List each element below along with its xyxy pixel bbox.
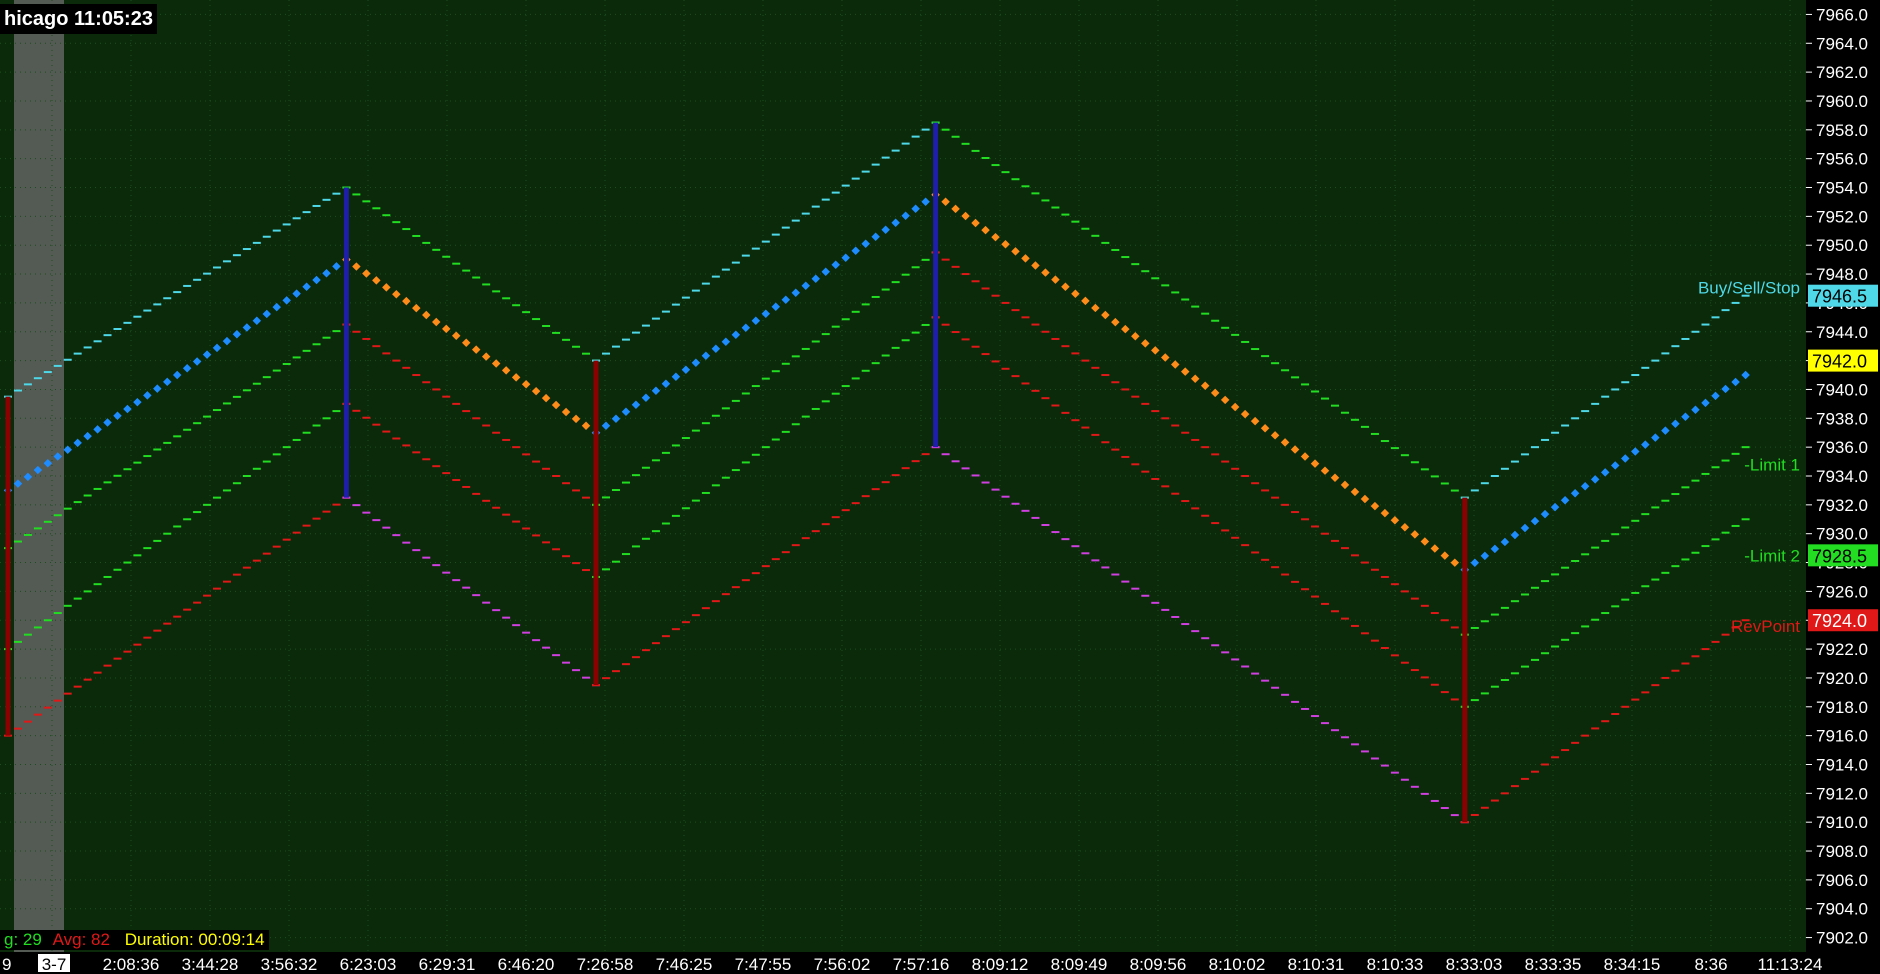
x-tick-label: 8:09:49	[1051, 955, 1108, 974]
x-tick-label: 8:33:35	[1525, 955, 1582, 974]
y-tick-label: 7912.0	[1816, 784, 1868, 803]
y-tick-label: 7958.0	[1816, 121, 1868, 140]
y-tick-label: 7960.0	[1816, 92, 1868, 111]
price-badge-label: 7946.5	[1812, 287, 1867, 307]
stats-bar: g: 29 Avg: 82 Duration: 00:09:14	[0, 930, 269, 950]
y-tick-label: 7940.0	[1816, 380, 1868, 399]
annotation-label: RevPoint	[1731, 617, 1800, 636]
y-tick-label: 7926.0	[1816, 582, 1868, 601]
y-tick-label: 7964.0	[1816, 34, 1868, 53]
annotation-label: Buy/Sell/Stop	[1698, 279, 1800, 298]
x-tick-label: 7:56:02	[814, 955, 871, 974]
y-tick-label: 7914.0	[1816, 755, 1868, 774]
y-tick-label: 7962.0	[1816, 63, 1868, 82]
x-tick-label: 8:33:03	[1446, 955, 1503, 974]
x-tick-label: 8:09:12	[972, 955, 1029, 974]
stat-avg-label: Avg:	[52, 930, 87, 949]
session-shade	[14, 0, 64, 974]
chart-title: hicago 11:05:23	[0, 4, 157, 34]
price-chart[interactable]: Buy/Sell/Stop -Limit 1 -Limit 2 RevPoint 79…	[0, 0, 1880, 974]
price-badge-label: 7942.0	[1812, 352, 1867, 372]
x-tick-label: 6:29:31	[419, 955, 476, 974]
x-tick-label: 7:47:55	[735, 955, 792, 974]
y-tick-label: 7938.0	[1816, 409, 1868, 428]
x-tick-label: 8:10:31	[1288, 955, 1345, 974]
y-tick-label: 7956.0	[1816, 150, 1868, 169]
x-tick-label: 8:36	[1694, 955, 1727, 974]
price-badge-label: 7928.5	[1812, 546, 1867, 566]
x-tick-label-partial: 9	[2, 955, 11, 974]
x-tick-label: 3:56:32	[261, 955, 318, 974]
x-tick-label: 3-7	[42, 955, 67, 974]
y-tick-label: 7952.0	[1816, 207, 1868, 226]
y-tick-label: 7944.0	[1816, 323, 1868, 342]
y-tick-label: 7934.0	[1816, 467, 1868, 486]
chart-background	[0, 0, 1880, 974]
x-tick-label: 7:46:25	[656, 955, 713, 974]
stat-duration-label: Duration:	[124, 930, 194, 949]
y-tick-label: 7966.0	[1816, 5, 1868, 24]
x-tick-label: 3:44:28	[182, 955, 239, 974]
stat-avg-value: 82	[91, 930, 110, 949]
y-tick-label: 7918.0	[1816, 698, 1868, 717]
y-tick-label: 7904.0	[1816, 900, 1868, 919]
x-tick-label: 8:34:15	[1604, 955, 1661, 974]
y-tick-label: 7906.0	[1816, 871, 1868, 890]
y-tick-label: 7932.0	[1816, 496, 1868, 515]
x-tick-label: 8:09:56	[1130, 955, 1187, 974]
annotation-label: -Limit 1	[1744, 455, 1800, 474]
y-tick-label: 7950.0	[1816, 236, 1868, 255]
x-tick-label: 6:46:20	[498, 955, 555, 974]
annotation-label: -Limit 2	[1744, 546, 1800, 565]
y-tick-label: 7954.0	[1816, 179, 1868, 198]
y-tick-label: 7936.0	[1816, 438, 1868, 457]
y-tick-label: 7948.0	[1816, 265, 1868, 284]
x-tick-label: 11:13:24	[1758, 955, 1823, 974]
price-badge-label: 7924.0	[1812, 611, 1867, 631]
y-tick-label: 7910.0	[1816, 813, 1868, 832]
x-tick-label: 8:10:02	[1209, 955, 1266, 974]
y-tick-label: 7916.0	[1816, 727, 1868, 746]
x-tick-label: 2:08:36	[103, 955, 160, 974]
stat-g-value: 29	[22, 930, 42, 949]
y-tick-label: 7908.0	[1816, 842, 1868, 861]
y-tick-label: 7930.0	[1816, 525, 1868, 544]
stat-duration-value: 00:09:14	[198, 930, 265, 949]
y-axis[interactable]: 7902.0 7904.0 7906.0 7908.0 7910.0 7912.0 7914…	[1806, 0, 1880, 974]
stat-g-label: g:	[4, 930, 19, 949]
x-axis[interactable]: 9 3-7 2:08:36 3:44:28 3:56:32 6:23:03 6:29:31 6…	[0, 952, 1880, 974]
x-tick-label: 8:10:33	[1367, 955, 1424, 974]
y-tick-label: 7922.0	[1816, 640, 1868, 659]
y-tick-label: 7902.0	[1816, 929, 1868, 948]
y-tick-label: 7920.0	[1816, 669, 1868, 688]
x-tick-label: 7:57:16	[893, 955, 950, 974]
x-tick-label: 6:23:03	[340, 955, 397, 974]
x-tick-label: 7:26:58	[577, 955, 634, 974]
